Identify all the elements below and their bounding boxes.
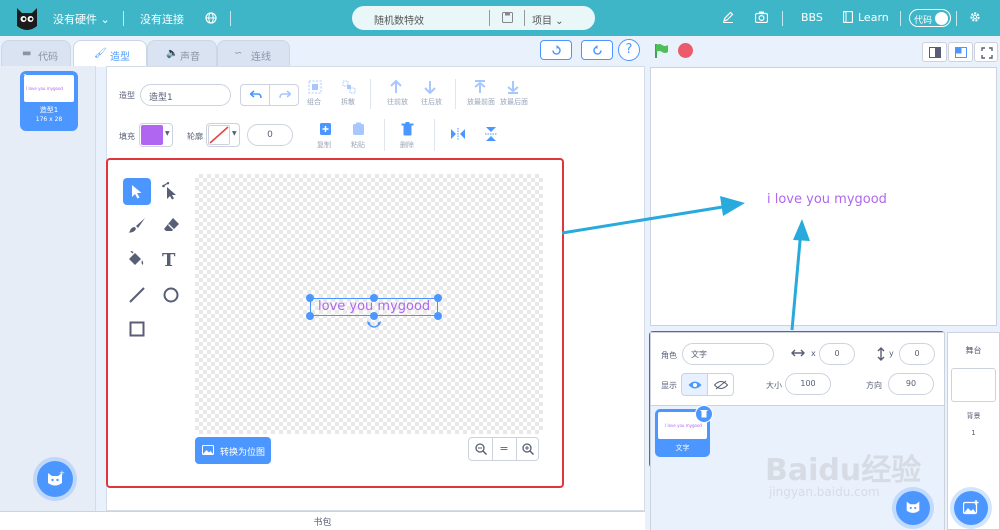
cat-face-icon (904, 498, 922, 516)
backpack-bar[interactable]: 书包 (0, 511, 645, 530)
size-value: 100 (800, 379, 816, 388)
arrow-to-stage (561, 203, 736, 235)
eye-icon (688, 380, 702, 390)
direction-label: 方向 (866, 381, 882, 390)
show-hidden-button[interactable] (707, 373, 734, 396)
sprite-item-name: 文字 (675, 444, 690, 452)
size-label: 大小 (766, 381, 782, 390)
direction-input[interactable]: 90 (888, 373, 934, 395)
stage-thumbnail[interactable] (951, 368, 996, 402)
arrow-from-sprite (790, 229, 803, 331)
add-sprite-button[interactable] (896, 491, 930, 525)
backpack-label: 书包 (313, 518, 332, 528)
watermark-url: jingyan.baidu.com (769, 485, 880, 499)
y-value: 0 (914, 349, 920, 358)
y-input[interactable]: 0 (899, 343, 935, 365)
add-backdrop-button[interactable] (954, 491, 988, 525)
sprite-name-label: 角色 (661, 351, 677, 360)
eye-hidden-icon (714, 380, 728, 390)
x-label: x (811, 349, 816, 358)
image-plus-icon (963, 500, 979, 515)
size-input[interactable]: 100 (785, 373, 831, 395)
arrow-head (720, 196, 745, 216)
y-arrows-icon (877, 347, 885, 361)
x-arrows-icon (791, 349, 805, 357)
sprite-thumb-text: I love you mygood (665, 423, 702, 428)
y-label: y (889, 349, 894, 358)
trash-icon (700, 409, 708, 418)
arrow-head (793, 219, 810, 241)
watermark-title: Baidu经验 (765, 453, 922, 488)
delete-sprite-button[interactable] (695, 405, 713, 423)
x-value: 0 (834, 349, 840, 358)
sprite-name-input[interactable]: 文字 (682, 343, 774, 365)
show-visible-button[interactable] (681, 373, 708, 396)
sprite-name-value: 文字 (691, 350, 707, 359)
x-input[interactable]: 0 (819, 343, 855, 365)
direction-value: 90 (905, 379, 917, 388)
stage-panel-title: 舞台 (965, 346, 982, 355)
backdrop-label: 背景 (966, 412, 981, 420)
backdrop-count: 1 (971, 429, 976, 437)
show-label: 显示 (661, 381, 677, 390)
